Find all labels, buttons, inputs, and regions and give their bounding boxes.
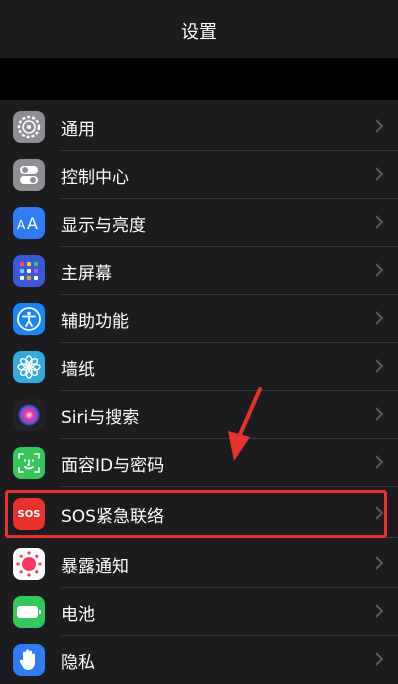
chevron-right-icon xyxy=(375,215,384,229)
settings-item-exposure-notifications[interactable]: 暴露通知 xyxy=(0,540,398,588)
chevron-right-icon xyxy=(375,604,384,618)
chevron-right-icon xyxy=(375,119,384,133)
chevron-right-icon xyxy=(375,455,384,469)
settings-item-siri-search[interactable]: Siri与搜索 xyxy=(0,391,398,439)
chevron-right-icon xyxy=(375,652,384,666)
settings-item-label: 显示与亮度 xyxy=(61,216,146,236)
toggles-icon xyxy=(13,159,45,191)
settings-item-label: 通用 xyxy=(61,120,95,140)
chevron-right-icon xyxy=(375,167,384,181)
divider xyxy=(61,486,398,487)
page-title: 设置 xyxy=(181,22,217,43)
settings-item-label: 暴露通知 xyxy=(61,557,129,577)
chevron-right-icon xyxy=(375,407,384,421)
annotation-arrow-icon xyxy=(228,387,262,461)
settings-item-battery[interactable]: 电池 xyxy=(0,588,398,636)
gear-icon xyxy=(13,111,45,143)
annotation-highlight-box xyxy=(5,490,387,538)
home-grid-icon xyxy=(13,255,45,287)
siri-icon xyxy=(13,399,45,431)
exposure-icon xyxy=(13,548,45,580)
navigation-bar: 设置 xyxy=(0,0,398,58)
chevron-right-icon xyxy=(375,359,384,373)
settings-item-control-center[interactable]: 控制中心 xyxy=(0,151,398,199)
settings-item-label: 主屏幕 xyxy=(61,264,112,284)
svg-text:A: A xyxy=(17,218,26,232)
chevron-right-icon xyxy=(375,311,384,325)
battery-icon xyxy=(13,596,45,628)
settings-item-face-id-passcode[interactable]: 面容ID与密码 xyxy=(0,439,398,487)
settings-item-label: 辅助功能 xyxy=(61,312,129,332)
settings-item-privacy[interactable]: 隐私 xyxy=(0,636,398,684)
settings-item-home-screen[interactable]: 主屏幕 xyxy=(0,247,398,295)
chevron-right-icon xyxy=(375,263,384,277)
face-id-icon xyxy=(13,447,45,479)
settings-item-general[interactable]: 通用 xyxy=(0,103,398,151)
settings-item-label: 面容ID与密码 xyxy=(61,456,165,476)
svg-text:A: A xyxy=(27,214,38,233)
settings-item-label: 隐私 xyxy=(61,653,95,673)
accessibility-icon xyxy=(13,303,45,335)
settings-item-label: 电池 xyxy=(61,605,95,625)
settings-item-wallpaper[interactable]: 墙纸 xyxy=(0,343,398,391)
settings-item-label: 墙纸 xyxy=(61,360,95,380)
settings-item-accessibility[interactable]: 辅助功能 xyxy=(0,295,398,343)
settings-list: 通用 控制中心 A A 显示与亮度 主屏幕 辅助功能 墙纸 Siri与搜索 面容… xyxy=(0,100,398,684)
settings-item-label: 控制中心 xyxy=(61,168,129,188)
settings-item-label: Siri与搜索 xyxy=(61,408,140,428)
text-size-icon: A A xyxy=(13,207,45,239)
flower-icon xyxy=(13,351,45,383)
chevron-right-icon xyxy=(375,556,384,570)
hand-icon xyxy=(13,644,45,676)
settings-item-display-brightness[interactable]: A A 显示与亮度 xyxy=(0,199,398,247)
section-gap xyxy=(0,58,398,100)
